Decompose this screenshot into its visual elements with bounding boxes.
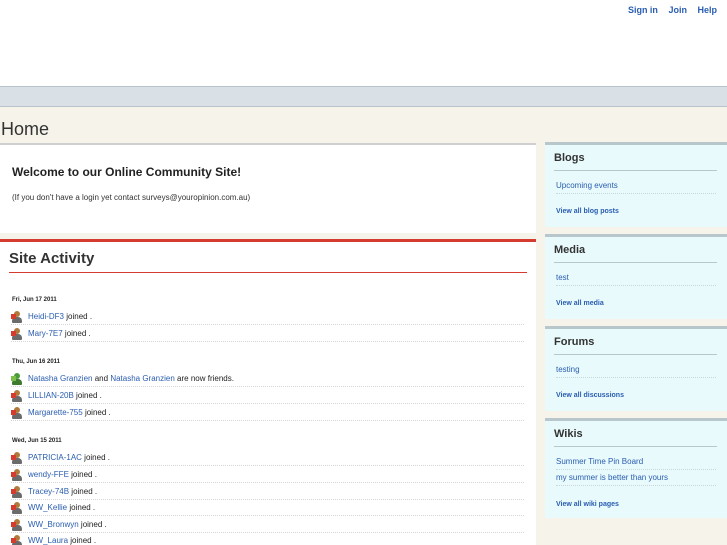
activity-item: WW_Bronwyn joined . [11, 517, 524, 533]
activity-user-link[interactable]: PATRICIA-1AC [28, 453, 82, 462]
activity-date: Thu, Jun 16 2011 [12, 359, 61, 365]
activity-text: and [94, 374, 109, 383]
activity-text: joined . [69, 503, 96, 512]
activity-text: joined . [76, 391, 102, 400]
view-all-discussions-link[interactable]: View all discussions [556, 392, 624, 399]
activity-divider [9, 272, 527, 273]
blog-item-link[interactable]: Upcoming events [556, 181, 716, 194]
activity-user-link[interactable]: Margarette-755 [28, 408, 83, 417]
user-joined-icon [11, 389, 23, 402]
view-all-wiki-pages-link[interactable]: View all wiki pages [556, 501, 619, 508]
welcome-heading: Welcome to our Online Community Site! [12, 165, 242, 179]
forums-box: Forums testing View all discussions [545, 326, 727, 411]
user-joined-icon [11, 310, 23, 323]
activity-date: Fri, Jun 17 2011 [12, 297, 57, 303]
forum-item-link[interactable]: testing [556, 365, 716, 378]
forums-title: Forums [554, 336, 595, 348]
activity-user-link[interactable]: wendy-FFE [28, 470, 69, 479]
media-item-link[interactable]: test [556, 273, 716, 286]
activity-user-link[interactable]: Natasha Granzien [110, 374, 174, 383]
wikis-title: Wikis [554, 428, 583, 440]
navigation-bar [0, 86, 727, 107]
activity-user-link[interactable]: Natasha Granzien [28, 374, 92, 383]
activity-user-link[interactable]: Tracey-74B [28, 487, 69, 496]
wikis-divider [554, 446, 717, 447]
user-joined-icon [11, 468, 23, 481]
user-joined-icon [11, 451, 23, 464]
account-links: Sign in Join Help [620, 5, 717, 15]
user-joined-icon [11, 534, 23, 545]
activity-text: joined . [70, 536, 97, 545]
activity-text: joined . [71, 470, 97, 479]
help-link[interactable]: Help [697, 5, 717, 15]
page-title: Home [1, 119, 50, 139]
view-all-blog-posts-link[interactable]: View all blog posts [556, 208, 619, 215]
activity-item: Mary-7E7 joined . [11, 326, 524, 342]
activity-item: Tracey-74B joined . [11, 484, 524, 500]
activity-item: WW_Kellie joined . [11, 500, 524, 516]
welcome-note: (If you don't have a login yet contact s… [12, 193, 251, 202]
activity-user-link[interactable]: Heidi-DF3 [28, 312, 64, 321]
activity-user-link[interactable]: WW_Kellie [28, 503, 67, 512]
user-joined-icon [11, 501, 23, 514]
sign-in-link[interactable]: Sign in [628, 5, 658, 15]
activity-item: Heidi-DF3 joined . [11, 309, 524, 325]
view-all-media-link[interactable]: View all media [556, 300, 604, 307]
join-link[interactable]: Join [668, 5, 687, 15]
friends-icon [11, 372, 23, 385]
user-joined-icon [11, 327, 23, 340]
activity-user-link[interactable]: Mary-7E7 [28, 329, 63, 338]
activity-user-link[interactable]: WW_Bronwyn [28, 520, 79, 529]
user-joined-icon [11, 485, 23, 498]
media-box: Media test View all media [545, 234, 727, 319]
blogs-title: Blogs [554, 152, 585, 164]
welcome-panel: Welcome to our Online Community Site! (I… [0, 143, 536, 233]
activity-user-link[interactable]: WW_Laura [28, 536, 68, 545]
site-activity-panel: Site Activity Fri, Jun 17 2011 Heidi-DF3… [0, 239, 536, 545]
media-divider [554, 262, 717, 263]
activity-text: joined . [84, 408, 111, 417]
activity-item: WW_Laura joined . [11, 533, 524, 545]
activity-text: joined . [80, 520, 107, 529]
activity-text: joined . [71, 487, 98, 496]
media-title: Media [554, 244, 586, 256]
activity-text: joined . [84, 453, 110, 462]
activity-date: Wed, Jun 15 2011 [12, 438, 62, 444]
activity-item: Natasha Granzien and Natasha Granzien ar… [11, 371, 524, 387]
activity-text: joined . [66, 312, 93, 321]
activity-item: Margarette-755 joined . [11, 405, 524, 421]
wikis-box: Wikis Summer Time Pin Board my summer is… [545, 418, 727, 518]
blogs-divider [554, 170, 717, 171]
activity-item: PATRICIA-1AC joined . [11, 450, 524, 466]
site-activity-title: Site Activity [9, 250, 95, 267]
activity-item: wendy-FFE joined . [11, 467, 524, 483]
activity-user-link[interactable]: LILLIAN-20B [28, 391, 74, 400]
user-joined-icon [11, 406, 23, 419]
activity-item: LILLIAN-20B joined . [11, 388, 524, 404]
activity-text: are now friends. [177, 374, 234, 383]
wiki-item-link[interactable]: Summer Time Pin Board [556, 457, 716, 470]
activity-text: joined . [64, 329, 91, 338]
wiki-item-link[interactable]: my summer is better than yours [556, 473, 716, 486]
user-joined-icon [11, 518, 23, 531]
top-header: Sign in Join Help [0, 0, 727, 86]
blogs-box: Blogs Upcoming events View all blog post… [545, 142, 727, 227]
main-content: Home Welcome to our Online Community Sit… [0, 107, 727, 545]
forums-divider [554, 354, 717, 355]
